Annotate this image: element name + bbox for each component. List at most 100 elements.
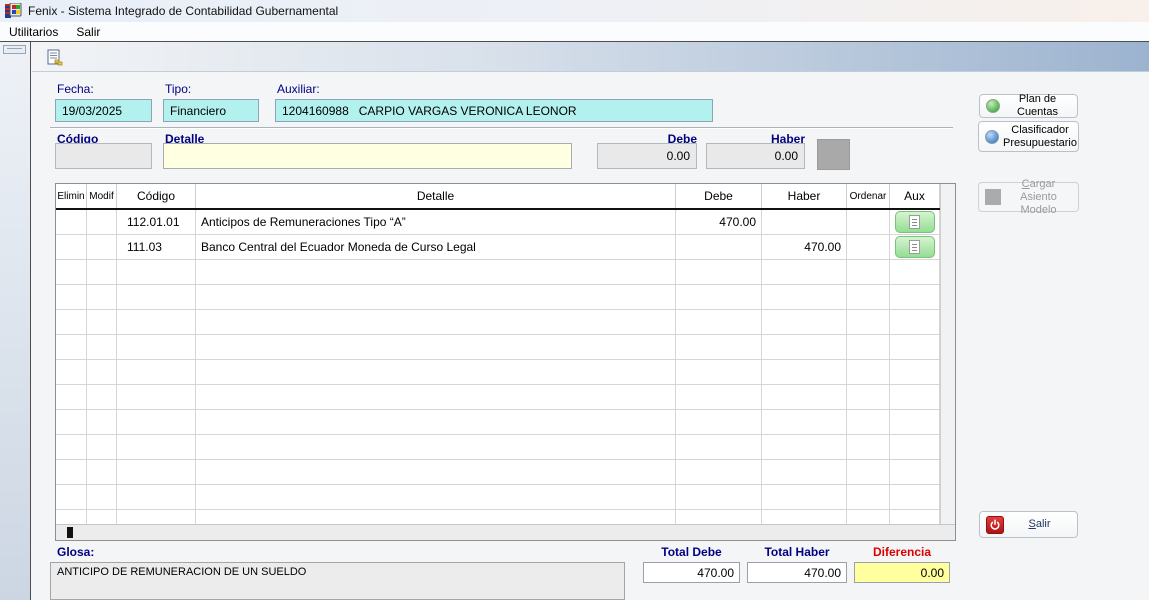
table-cell <box>56 360 87 384</box>
table-cell <box>762 410 847 434</box>
table-cell: Anticipos de Remuneraciones Tipo “A” <box>196 210 676 234</box>
menu-bar: Utilitarios Salir <box>0 22 1149 41</box>
entries-grid: Elimin Modif Código Detalle Debe Haber O… <box>55 183 956 541</box>
table-row[interactable]: 111.03Banco Central del Ecuador Moneda d… <box>56 235 940 260</box>
application-window: Fenix - Sistema Integrado de Contabilida… <box>0 0 1149 600</box>
table-cell <box>196 260 676 284</box>
table-row[interactable]: 112.01.01Anticipos de Remuneraciones Tip… <box>56 210 940 235</box>
table-cell <box>847 285 890 309</box>
salir-button[interactable]: Salir <box>979 511 1078 538</box>
table-cell <box>676 310 762 334</box>
aux-button[interactable] <box>895 211 935 233</box>
table-cell <box>847 410 890 434</box>
green-sphere-icon <box>986 99 1000 113</box>
table-cell <box>87 510 117 524</box>
window-title: Fenix - Sistema Integrado de Contabilida… <box>28 4 338 18</box>
table-row[interactable] <box>56 410 940 435</box>
title-bar: Fenix - Sistema Integrado de Contabilida… <box>0 0 1149 22</box>
table-row[interactable] <box>56 485 940 510</box>
table-row[interactable] <box>56 310 940 335</box>
table-cell <box>87 310 117 334</box>
plan-de-cuentas-button[interactable]: Plan de Cuentas <box>979 94 1078 118</box>
menu-utilitarios[interactable]: Utilitarios <box>0 23 67 41</box>
app-icon <box>5 3 22 19</box>
table-cell <box>196 310 676 334</box>
table-cell <box>890 310 940 334</box>
table-row[interactable] <box>56 285 940 310</box>
table-cell <box>890 235 940 259</box>
tipo-input[interactable]: Financiero <box>163 99 259 122</box>
menu-salir[interactable]: Salir <box>67 23 109 41</box>
total-debe-value: 470.00 <box>643 562 740 583</box>
scrollbar-thumb[interactable] <box>67 527 73 538</box>
table-cell <box>117 510 196 524</box>
table-cell <box>56 235 87 259</box>
toolbar <box>32 42 1149 72</box>
table-row[interactable] <box>56 435 940 460</box>
table-cell <box>196 485 676 509</box>
auxiliar-input[interactable]: 1204160988 CARPIO VARGAS VERONICA LEONOR <box>275 99 713 122</box>
total-debe-label: Total Debe <box>643 545 740 559</box>
table-row[interactable] <box>56 510 940 524</box>
grid-body: 112.01.01Anticipos de Remuneraciones Tip… <box>56 210 940 524</box>
table-cell <box>196 360 676 384</box>
header-detalle: Detalle <box>196 184 676 208</box>
panel-grip-handle[interactable] <box>3 45 26 54</box>
detalle-input[interactable] <box>163 143 572 169</box>
table-cell <box>676 385 762 409</box>
table-cell <box>117 285 196 309</box>
copy-document-icon <box>45 48 65 68</box>
table-cell <box>890 360 940 384</box>
table-cell <box>87 210 117 234</box>
salir-label: Salir <box>1008 518 1071 531</box>
table-cell <box>890 485 940 509</box>
glosa-input[interactable]: ANTICIPO DE REMUNERACION DE UN SUELDO <box>50 562 625 600</box>
tipo-label: Tipo: <box>165 82 191 96</box>
fecha-label: Fecha: <box>57 82 94 96</box>
clasificador-label: ClasificadorPresupuestario <box>1003 124 1077 150</box>
auxiliar-label: Auxiliar: <box>277 82 320 96</box>
table-row[interactable] <box>56 360 940 385</box>
table-cell <box>676 235 762 259</box>
table-cell <box>56 385 87 409</box>
table-cell <box>890 260 940 284</box>
table-cell: Banco Central del Ecuador Moneda de Curs… <box>196 235 676 259</box>
horizontal-scrollbar[interactable] <box>56 524 955 540</box>
table-cell <box>762 385 847 409</box>
glosa-label: Glosa: <box>57 545 94 559</box>
table-row[interactable] <box>56 260 940 285</box>
vertical-scrollbar[interactable] <box>940 184 955 524</box>
fecha-input[interactable]: 19/03/2025 <box>55 99 152 122</box>
table-cell <box>847 485 890 509</box>
aux-button[interactable] <box>895 236 935 258</box>
table-row[interactable] <box>56 460 940 485</box>
table-row[interactable] <box>56 335 940 360</box>
table-cell <box>762 260 847 284</box>
table-cell <box>847 210 890 234</box>
table-cell <box>56 410 87 434</box>
table-cell <box>762 485 847 509</box>
table-cell <box>676 335 762 359</box>
cargar-asiento-label: Cargar AsientoModelo <box>1005 178 1072 217</box>
diferencia-value: 0.00 <box>854 562 950 583</box>
blue-sphere-icon <box>985 130 999 144</box>
cargar-asiento-modelo-button: Cargar AsientoModelo <box>978 182 1079 212</box>
table-cell <box>890 385 940 409</box>
table-cell <box>56 260 87 284</box>
table-cell <box>890 460 940 484</box>
clasificador-presupuestario-button[interactable]: ClasificadorPresupuestario <box>978 121 1079 152</box>
table-cell <box>762 460 847 484</box>
add-entry-button-disabled <box>817 139 850 170</box>
table-cell <box>117 435 196 459</box>
table-cell <box>847 435 890 459</box>
table-cell <box>890 335 940 359</box>
table-cell <box>196 335 676 359</box>
table-cell <box>890 285 940 309</box>
copy-document-button[interactable] <box>44 47 66 69</box>
table-cell <box>87 435 117 459</box>
table-cell <box>890 510 940 524</box>
table-row[interactable] <box>56 385 940 410</box>
table-cell <box>196 510 676 524</box>
table-cell: 112.01.01 <box>117 210 196 234</box>
header-ordenar: Ordenar <box>847 184 890 208</box>
